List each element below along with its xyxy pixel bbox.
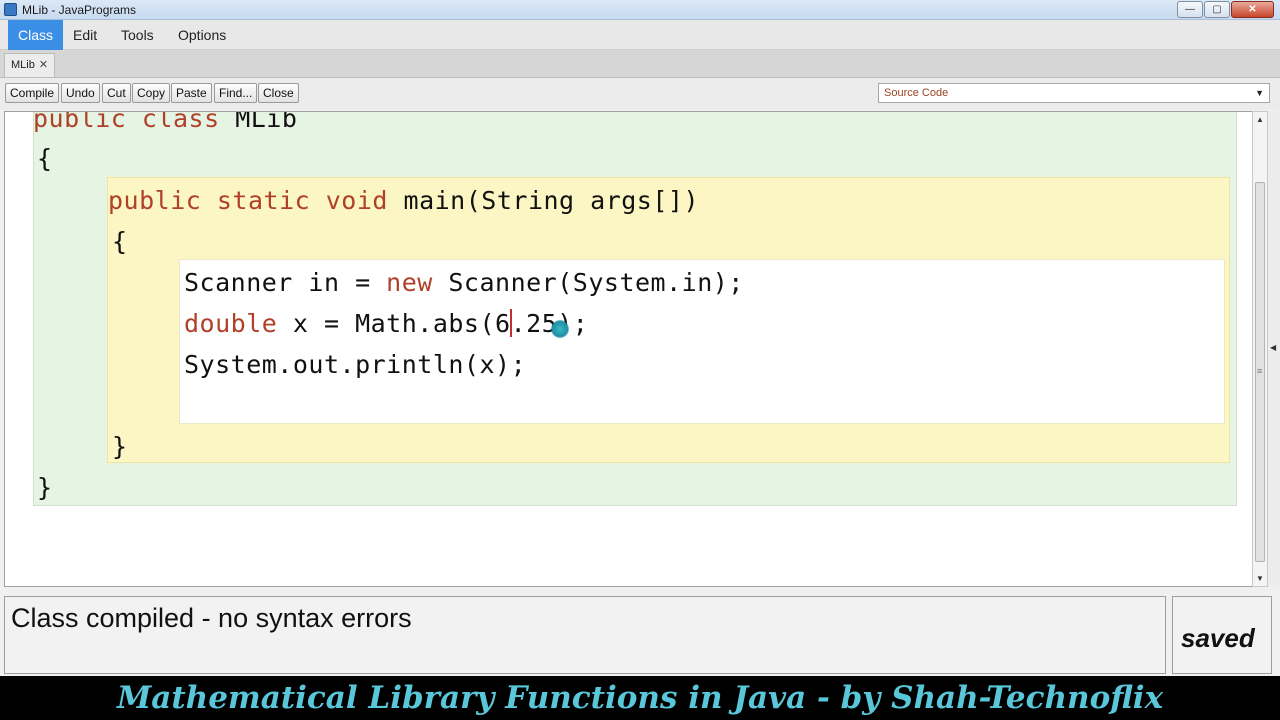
view-select[interactable]: Source Code ▼ bbox=[878, 83, 1270, 103]
video-caption: Mathematical Library Functions in Java -… bbox=[116, 680, 1164, 716]
status-message: Class compiled - no syntax errors bbox=[11, 603, 412, 633]
tab-mlib[interactable]: MLib ✕ bbox=[4, 53, 56, 77]
code-editor[interactable]: public class MLib { public static void m… bbox=[4, 111, 1254, 587]
copy-button[interactable]: Copy bbox=[132, 83, 171, 103]
close-window-button[interactable]: ✕ bbox=[1231, 1, 1274, 18]
scroll-down-icon[interactable]: ▼ bbox=[1256, 574, 1264, 583]
toolbar: Compile Undo Cut Copy Paste Find... Clos… bbox=[0, 78, 1280, 110]
saved-indicator: saved bbox=[1181, 623, 1255, 653]
code-line-scanner[interactable]: Scanner in = new Scanner(System.in); bbox=[184, 268, 744, 297]
menu-edit[interactable]: Edit bbox=[63, 20, 107, 50]
menu-options[interactable]: Options bbox=[168, 20, 236, 50]
tab-label: MLib bbox=[11, 59, 35, 71]
collapse-arrow-icon[interactable]: ◀ bbox=[1270, 343, 1276, 352]
undo-button[interactable]: Undo bbox=[61, 83, 100, 103]
app-icon bbox=[4, 3, 17, 16]
scroll-up-icon[interactable]: ▲ bbox=[1256, 115, 1264, 124]
find-button[interactable]: Find... bbox=[214, 83, 258, 103]
right-gutter: ◀ bbox=[1268, 111, 1280, 587]
chevron-down-icon: ▼ bbox=[1255, 88, 1264, 98]
menu-tools[interactable]: Tools bbox=[111, 20, 164, 50]
close-tab-icon[interactable]: ✕ bbox=[39, 59, 48, 71]
title-bar: MLib - JavaPrograms — ▢ ✕ bbox=[0, 0, 1280, 20]
class-declaration-line[interactable]: public class MLib bbox=[33, 112, 297, 133]
tab-strip: MLib ✕ bbox=[0, 50, 1280, 78]
compile-button[interactable]: Compile bbox=[5, 83, 60, 103]
code-line-println[interactable]: System.out.println(x); bbox=[184, 350, 526, 379]
minimize-button[interactable]: — bbox=[1177, 1, 1203, 18]
maximize-button[interactable]: ▢ bbox=[1204, 1, 1230, 18]
grip-icon: ≡ bbox=[1257, 366, 1263, 376]
paste-button[interactable]: Paste bbox=[171, 83, 212, 103]
method-declaration-line[interactable]: public static void main(String args[]) bbox=[108, 186, 699, 215]
saved-panel: saved bbox=[1172, 596, 1272, 674]
mouse-click-indicator bbox=[551, 320, 569, 338]
view-select-value: Source Code bbox=[884, 87, 949, 99]
window-title: MLib - JavaPrograms bbox=[22, 3, 137, 17]
vertical-scrollbar[interactable]: ▲ ≡ ▼ bbox=[1252, 111, 1268, 587]
scrollbar-thumb[interactable]: ≡ bbox=[1255, 182, 1265, 562]
class-close-brace[interactable]: } bbox=[37, 473, 53, 502]
cut-button[interactable]: Cut bbox=[102, 83, 131, 103]
code-line-double[interactable]: double x = Math.abs(6.25); bbox=[184, 309, 588, 338]
window-controls: — ▢ ✕ bbox=[1176, 1, 1274, 18]
method-close-brace[interactable]: } bbox=[112, 432, 128, 461]
menu-class[interactable]: Class bbox=[8, 20, 64, 50]
close-button[interactable]: Close bbox=[258, 83, 299, 103]
status-panel: Class compiled - no syntax errors bbox=[4, 596, 1166, 674]
menu-bar: Class Edit Tools Options bbox=[0, 20, 1280, 50]
method-open-brace[interactable]: { bbox=[112, 227, 128, 256]
video-caption-bar: Mathematical Library Functions in Java -… bbox=[0, 676, 1280, 720]
class-open-brace[interactable]: { bbox=[37, 144, 53, 173]
